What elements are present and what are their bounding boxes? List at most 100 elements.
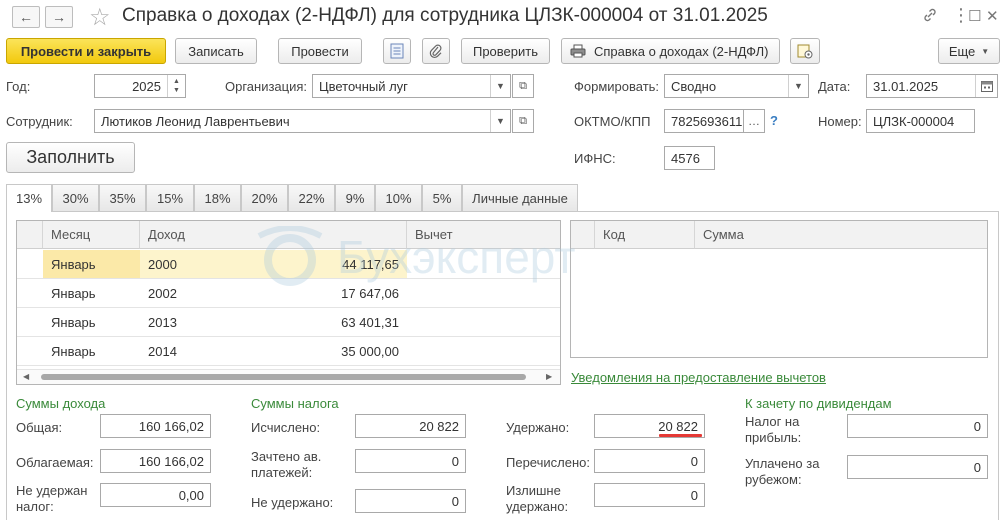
year-spinner[interactable]: ▲ ▼ — [167, 75, 185, 97]
column-header-amount[interactable]: Сумма — [695, 221, 987, 249]
ifns-input[interactable]: 4576 — [664, 146, 715, 170]
cell-income-amount: 63 401,31 — [341, 314, 399, 330]
tab-22[interactable]: 22% — [288, 184, 335, 211]
table-row[interactable]: Январь 2013 63 401,31 — [17, 308, 560, 337]
favorite-star-icon[interactable]: ☆ — [89, 3, 111, 32]
scrollbar-thumb[interactable] — [41, 374, 526, 380]
cell-income-amount: 35 000,00 — [341, 343, 399, 359]
table-row[interactable]: Январь 2002 17 647,06 — [17, 279, 560, 308]
tax-transferred-label: Перечислено: — [506, 455, 590, 470]
save-button[interactable]: Записать — [175, 38, 257, 64]
income-taxable-input[interactable]: 160 166,02 — [100, 449, 211, 473]
arrow-right-icon: → — [52, 9, 66, 25]
tax-transferred-input[interactable]: 0 — [594, 449, 705, 473]
number-input[interactable]: ЦЛЗК-000004 — [866, 109, 975, 133]
attach-button[interactable] — [422, 38, 450, 64]
ifns-value: 4576 — [671, 150, 700, 166]
list-document-icon — [390, 43, 404, 59]
check-button[interactable]: Проверить — [461, 38, 550, 64]
oktmo-select-button[interactable]: … — [743, 109, 765, 133]
tab-5[interactable]: 5% — [422, 184, 462, 211]
calendar-icon[interactable] — [975, 75, 997, 97]
tax-advance-input[interactable]: 0 — [355, 449, 466, 473]
year-input[interactable]: 2025 ▲ ▼ — [94, 74, 186, 98]
number-value: ЦЛЗК-000004 — [873, 113, 955, 129]
post-and-close-button[interactable]: Провести и закрыть — [6, 38, 166, 64]
column-header-month[interactable]: Месяц — [43, 221, 140, 249]
income-not-withheld-input[interactable]: 0,00 — [100, 483, 211, 507]
employee-label: Сотрудник: — [6, 114, 73, 129]
paid-abroad-input[interactable]: 0 — [847, 455, 988, 479]
open-window-icon: ⧉ — [519, 114, 527, 127]
tax-excess-label: Излишне удержано: — [506, 483, 569, 514]
chevron-down-icon[interactable]: ▼ — [490, 75, 510, 97]
income-total-input[interactable]: 160 166,02 — [100, 414, 211, 438]
cell-income-code: 2002 — [148, 285, 177, 301]
year-value: 2025 — [132, 78, 161, 94]
tab-18[interactable]: 18% — [194, 184, 241, 211]
more-button[interactable]: Еще ▼ — [938, 38, 1000, 64]
form-mode-label: Формировать: — [574, 79, 660, 94]
ellipsis-icon: … — [748, 114, 760, 128]
chevron-down-icon[interactable]: ▼ — [788, 75, 808, 97]
help-icon[interactable]: ? — [770, 113, 778, 128]
form-mode-select[interactable]: Сводно ▼ — [664, 74, 809, 98]
cell-month: Январь — [51, 285, 96, 301]
cell-month: Январь — [43, 250, 140, 278]
close-icon[interactable]: ✕ — [986, 7, 999, 25]
table-row[interactable]: Январь 2014 35 000,00 — [17, 337, 560, 366]
deduction-notifications-link[interactable]: Уведомления на предоставление вычетов — [571, 370, 826, 385]
tax-advance-label: Зачтено ав. платежей: — [251, 449, 322, 480]
spin-up-icon: ▲ — [173, 78, 180, 85]
tab-10[interactable]: 10% — [375, 184, 422, 211]
tax-excess-input[interactable]: 0 — [594, 483, 705, 507]
post-button[interactable]: Провести — [278, 38, 362, 64]
tab-15[interactable]: 15% — [146, 184, 194, 211]
column-header-income[interactable]: Доход — [140, 221, 407, 249]
tax-not-withheld-label: Не удержано: — [251, 495, 334, 510]
horizontal-scrollbar[interactable]: ◀ ▶ — [17, 369, 560, 384]
chevron-down-icon[interactable]: ▼ — [490, 110, 510, 132]
date-value: 31.01.2025 — [873, 78, 939, 94]
tab-30[interactable]: 30% — [52, 184, 99, 211]
row-marker-header — [17, 221, 43, 249]
date-input[interactable]: 31.01.2025 — [866, 74, 998, 98]
oktmo-input[interactable]: 7825693611 — [664, 109, 744, 133]
tax-calculated-input[interactable]: 20 822 — [355, 414, 466, 438]
open-employee-button[interactable]: ⧉ — [512, 109, 534, 133]
profit-tax-label: Налог на прибыль: — [745, 414, 802, 445]
report-settings-button[interactable] — [790, 38, 820, 64]
document-list-button[interactable] — [383, 38, 411, 64]
fill-button[interactable]: Заполнить — [6, 142, 135, 173]
scroll-right-icon[interactable]: ▶ — [546, 372, 552, 381]
paid-abroad-label: Уплачено за рубежом: — [745, 456, 820, 487]
arrow-left-icon: ← — [19, 9, 33, 25]
chevron-down-icon: ▼ — [981, 46, 990, 56]
column-header-code[interactable]: Код — [595, 221, 695, 249]
income-sums-heading: Суммы дохода — [16, 396, 106, 411]
maximize-icon[interactable]: ☐ — [968, 7, 981, 25]
link-icon[interactable] — [922, 7, 938, 28]
tab-13[interactable]: 13% — [6, 184, 52, 212]
row-marker-header — [571, 221, 595, 249]
back-button[interactable]: ← — [12, 6, 40, 28]
tab-35[interactable]: 35% — [99, 184, 146, 211]
cell-income-code: 2014 — [148, 343, 177, 359]
column-header-deduction[interactable]: Вычет — [407, 221, 560, 249]
income-table[interactable]: Месяц Доход Вычет Январь 2000 44 117,65 … — [16, 220, 561, 385]
organization-select[interactable]: Цветочный луг ▼ — [312, 74, 511, 98]
profit-tax-input[interactable]: 0 — [847, 414, 988, 438]
cell-income-code: 2013 — [148, 314, 177, 330]
tab-20[interactable]: 20% — [241, 184, 288, 211]
income-taxable-label: Облагаемая: — [16, 455, 94, 470]
table-row[interactable]: Январь 2000 44 117,65 — [17, 250, 560, 279]
scroll-left-icon[interactable]: ◀ — [23, 372, 29, 381]
tab-9[interactable]: 9% — [335, 184, 375, 211]
open-organization-button[interactable]: ⧉ — [512, 74, 534, 98]
print-ndfl-button[interactable]: Справка о доходах (2-НДФЛ) — [561, 38, 780, 64]
employee-select[interactable]: Лютиков Леонид Лаврентьевич ▼ — [94, 109, 511, 133]
tab-personal-data[interactable]: Личные данные — [462, 184, 578, 211]
forward-button[interactable]: → — [45, 6, 73, 28]
deduction-table[interactable]: Код Сумма — [570, 220, 988, 358]
tax-not-withheld-input[interactable]: 0 — [355, 489, 466, 513]
